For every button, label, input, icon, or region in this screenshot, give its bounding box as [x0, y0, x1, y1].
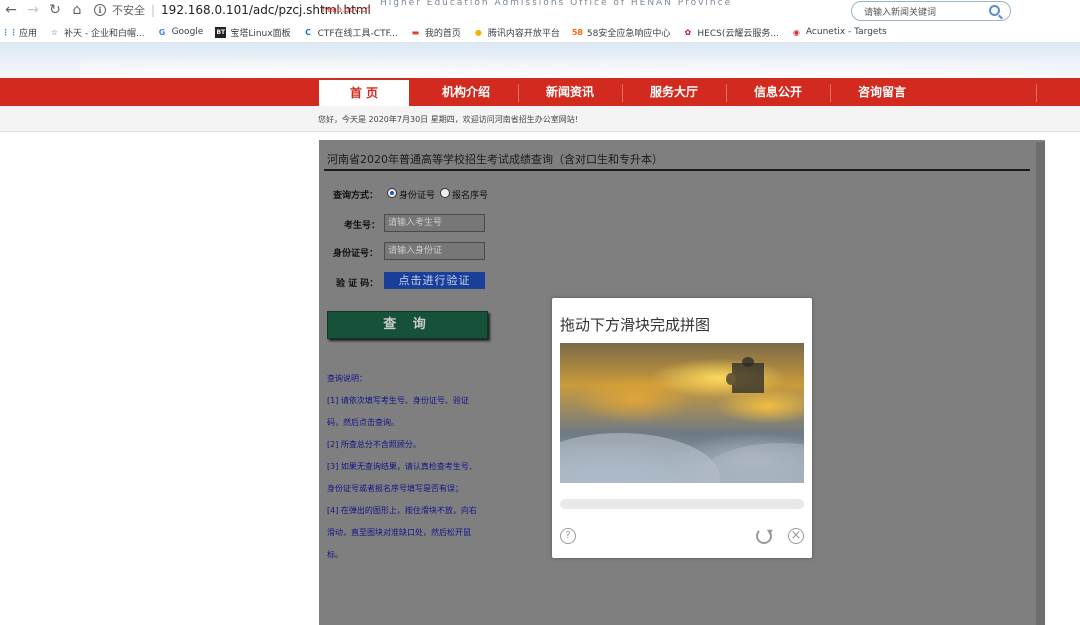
url-separator: | [151, 3, 156, 17]
id-number-input[interactable]: 请输入身份证 [384, 242, 485, 260]
bookmark-item[interactable]: 58 58安全应急响应中心 [571, 26, 671, 39]
forward-arrow-icon[interactable]: → [22, 0, 44, 20]
verify-label: 验 证 码： [336, 279, 379, 289]
dune-shape [560, 433, 720, 483]
bookmark-label: Acunetix - Targets [805, 27, 887, 37]
bookmark-label: Google [171, 27, 204, 37]
apps-icon: ⋮⋮ [1, 27, 18, 37]
radio-reg-label: 报名序号 [452, 191, 489, 201]
notes-line: [3] 如果无查询结果，请认真检查考生号、 [327, 462, 477, 471]
radio-id-number[interactable] [387, 188, 397, 198]
query-method-label: 查询方式： [333, 191, 379, 201]
notes-line: 码，然后点击查询。 [327, 418, 399, 427]
query-notes: 查询说明： [1] 请依次填写考生号、身份证号、验证 码，然后点击查询。 [2]… [327, 368, 497, 566]
nav-services[interactable]: 服务大厅 [622, 78, 726, 106]
58-icon: 58 [571, 27, 583, 37]
search-icon[interactable] [989, 5, 1000, 16]
greeting-bar: 您好，今天是 2020年7月30日 星期四，欢迎访问河南省招生办公室网站! [0, 106, 1080, 132]
captcha-slider-track[interactable] [560, 499, 804, 509]
notes-line: 身份证号或者报名序号填写是否有误； [327, 484, 463, 493]
acunetix-icon: ◉ [792, 27, 800, 37]
exam-number-label: 考生号： [344, 221, 381, 231]
back-arrow-icon[interactable]: ← [0, 0, 22, 20]
radio-id-label: 身份证号 [399, 191, 436, 201]
nav-divider [1036, 84, 1037, 102]
ctf-icon: C [305, 27, 312, 37]
bookmark-item[interactable]: ✿ HECS(云耀云服务... [682, 26, 779, 39]
insecure-label: 不安全 [112, 4, 145, 17]
bookmark-label: 宝塔Linux面板 [230, 28, 291, 39]
captcha-title: 拖动下方滑块完成拼图 [560, 316, 711, 334]
notes-line: 标。 [327, 550, 343, 559]
bookmark-item[interactable]: ▬ 我的首页 [410, 26, 461, 39]
title-divider [324, 169, 1030, 171]
help-icon[interactable]: ? [560, 528, 576, 544]
notes-line: [1] 请依次填写考生号、身份证号、验证 [327, 396, 469, 405]
nav-info[interactable]: 信息公开 [726, 78, 830, 106]
greeting-text: 您好，今天是 2020年7月30日 星期四，欢迎访问河南省招生办公室网站! [318, 115, 578, 124]
close-icon[interactable]: × [788, 528, 804, 544]
bookmark-label: 58安全应急响应中心 [586, 28, 671, 39]
bookmarks-bar: ⋮⋮ 应用 ☆ 补天 - 企业和白帽... G Google BT 宝塔Linux面板 C CTF… [0, 22, 1080, 42]
reload-icon[interactable]: ↻ [44, 0, 66, 20]
notes-line: [4] 在弹出的图形上，按住滑块不放，向右 [327, 506, 477, 515]
bookmark-item[interactable]: BT 宝塔Linux面板 [215, 26, 291, 39]
query-button[interactable]: 查 询 [327, 311, 488, 339]
bookmark-label: HECS(云耀云服务... [697, 28, 779, 39]
bookmark-item[interactable]: C CTF在线工具-CTF... [303, 26, 398, 39]
refresh-icon[interactable] [756, 528, 772, 544]
home-bookmark-icon: ▬ [411, 27, 420, 37]
bookmark-label: CTF在线工具-CTF... [317, 28, 398, 39]
notes-line: [2] 所查总分不含照顾分。 [327, 440, 421, 449]
captcha-puzzle-image [560, 343, 804, 483]
star-outline-icon: ☆ [50, 27, 59, 37]
bookmark-label: 腾讯内容开放平台 [487, 28, 560, 39]
bookmark-label: 应用 [19, 28, 38, 39]
puzzle-gap [726, 357, 764, 393]
bt-icon: BT [215, 26, 227, 38]
exam-number-input[interactable]: 请输入考生号 [384, 214, 485, 232]
main-nav: 首 页 机构介绍 新闻资讯 服务大厅 信息公开 咨询留言 [0, 78, 1080, 106]
nav-news[interactable]: 新闻资讯 [518, 78, 622, 106]
site-english-name: Higher Education Admissions Office of HE… [380, 0, 733, 8]
search-placeholder: 请输入新闻关键词 [864, 7, 937, 18]
nav-consult[interactable]: 咨询留言 [830, 78, 934, 106]
huawei-icon: ✿ [684, 27, 692, 37]
bookmark-item[interactable]: ⋮⋮ 应用 [1, 26, 38, 39]
bookmark-item[interactable]: ☆ 补天 - 企业和白帽... [49, 26, 145, 39]
bookmark-item[interactable]: ● 腾讯内容开放平台 [473, 26, 560, 39]
id-number-label: 身份证号： [333, 249, 379, 259]
home-icon[interactable]: ⌂ [66, 0, 88, 20]
nav-about[interactable]: 机构介绍 [414, 78, 518, 106]
nav-home[interactable]: 首 页 [319, 80, 409, 106]
banner-clouds [80, 42, 1080, 78]
content-shadow [1036, 142, 1045, 625]
dune-shape [700, 443, 804, 483]
captcha-modal: 拖动下方滑块完成拼图 ? × [552, 298, 812, 558]
radio-registration-number[interactable] [440, 188, 450, 198]
bookmark-label: 补天 - 企业和白帽... [64, 28, 145, 39]
bookmark-item[interactable]: G Google [157, 27, 204, 38]
bookmark-item[interactable]: ◉ Acunetix - Targets [791, 27, 887, 38]
google-icon: G [158, 27, 166, 37]
notes-heading: 查询说明： [327, 374, 367, 383]
info-icon[interactable]: i [94, 4, 106, 16]
verify-button[interactable]: 点击进行验证 [384, 272, 485, 289]
tencent-icon: ● [474, 27, 482, 37]
site-domain: heao.gov.cn [322, 5, 371, 14]
bookmark-label: 我的首页 [424, 28, 461, 39]
site-banner [0, 42, 1080, 78]
news-search-input[interactable]: 请输入新闻关键词 [851, 1, 1011, 21]
page-title: 河南省2020年普通高等学校招生考试成绩查询（含对口生和专升本） [327, 153, 663, 166]
notes-line: 滑动，直至图块对准缺口处，然后松开鼠 [327, 528, 471, 537]
